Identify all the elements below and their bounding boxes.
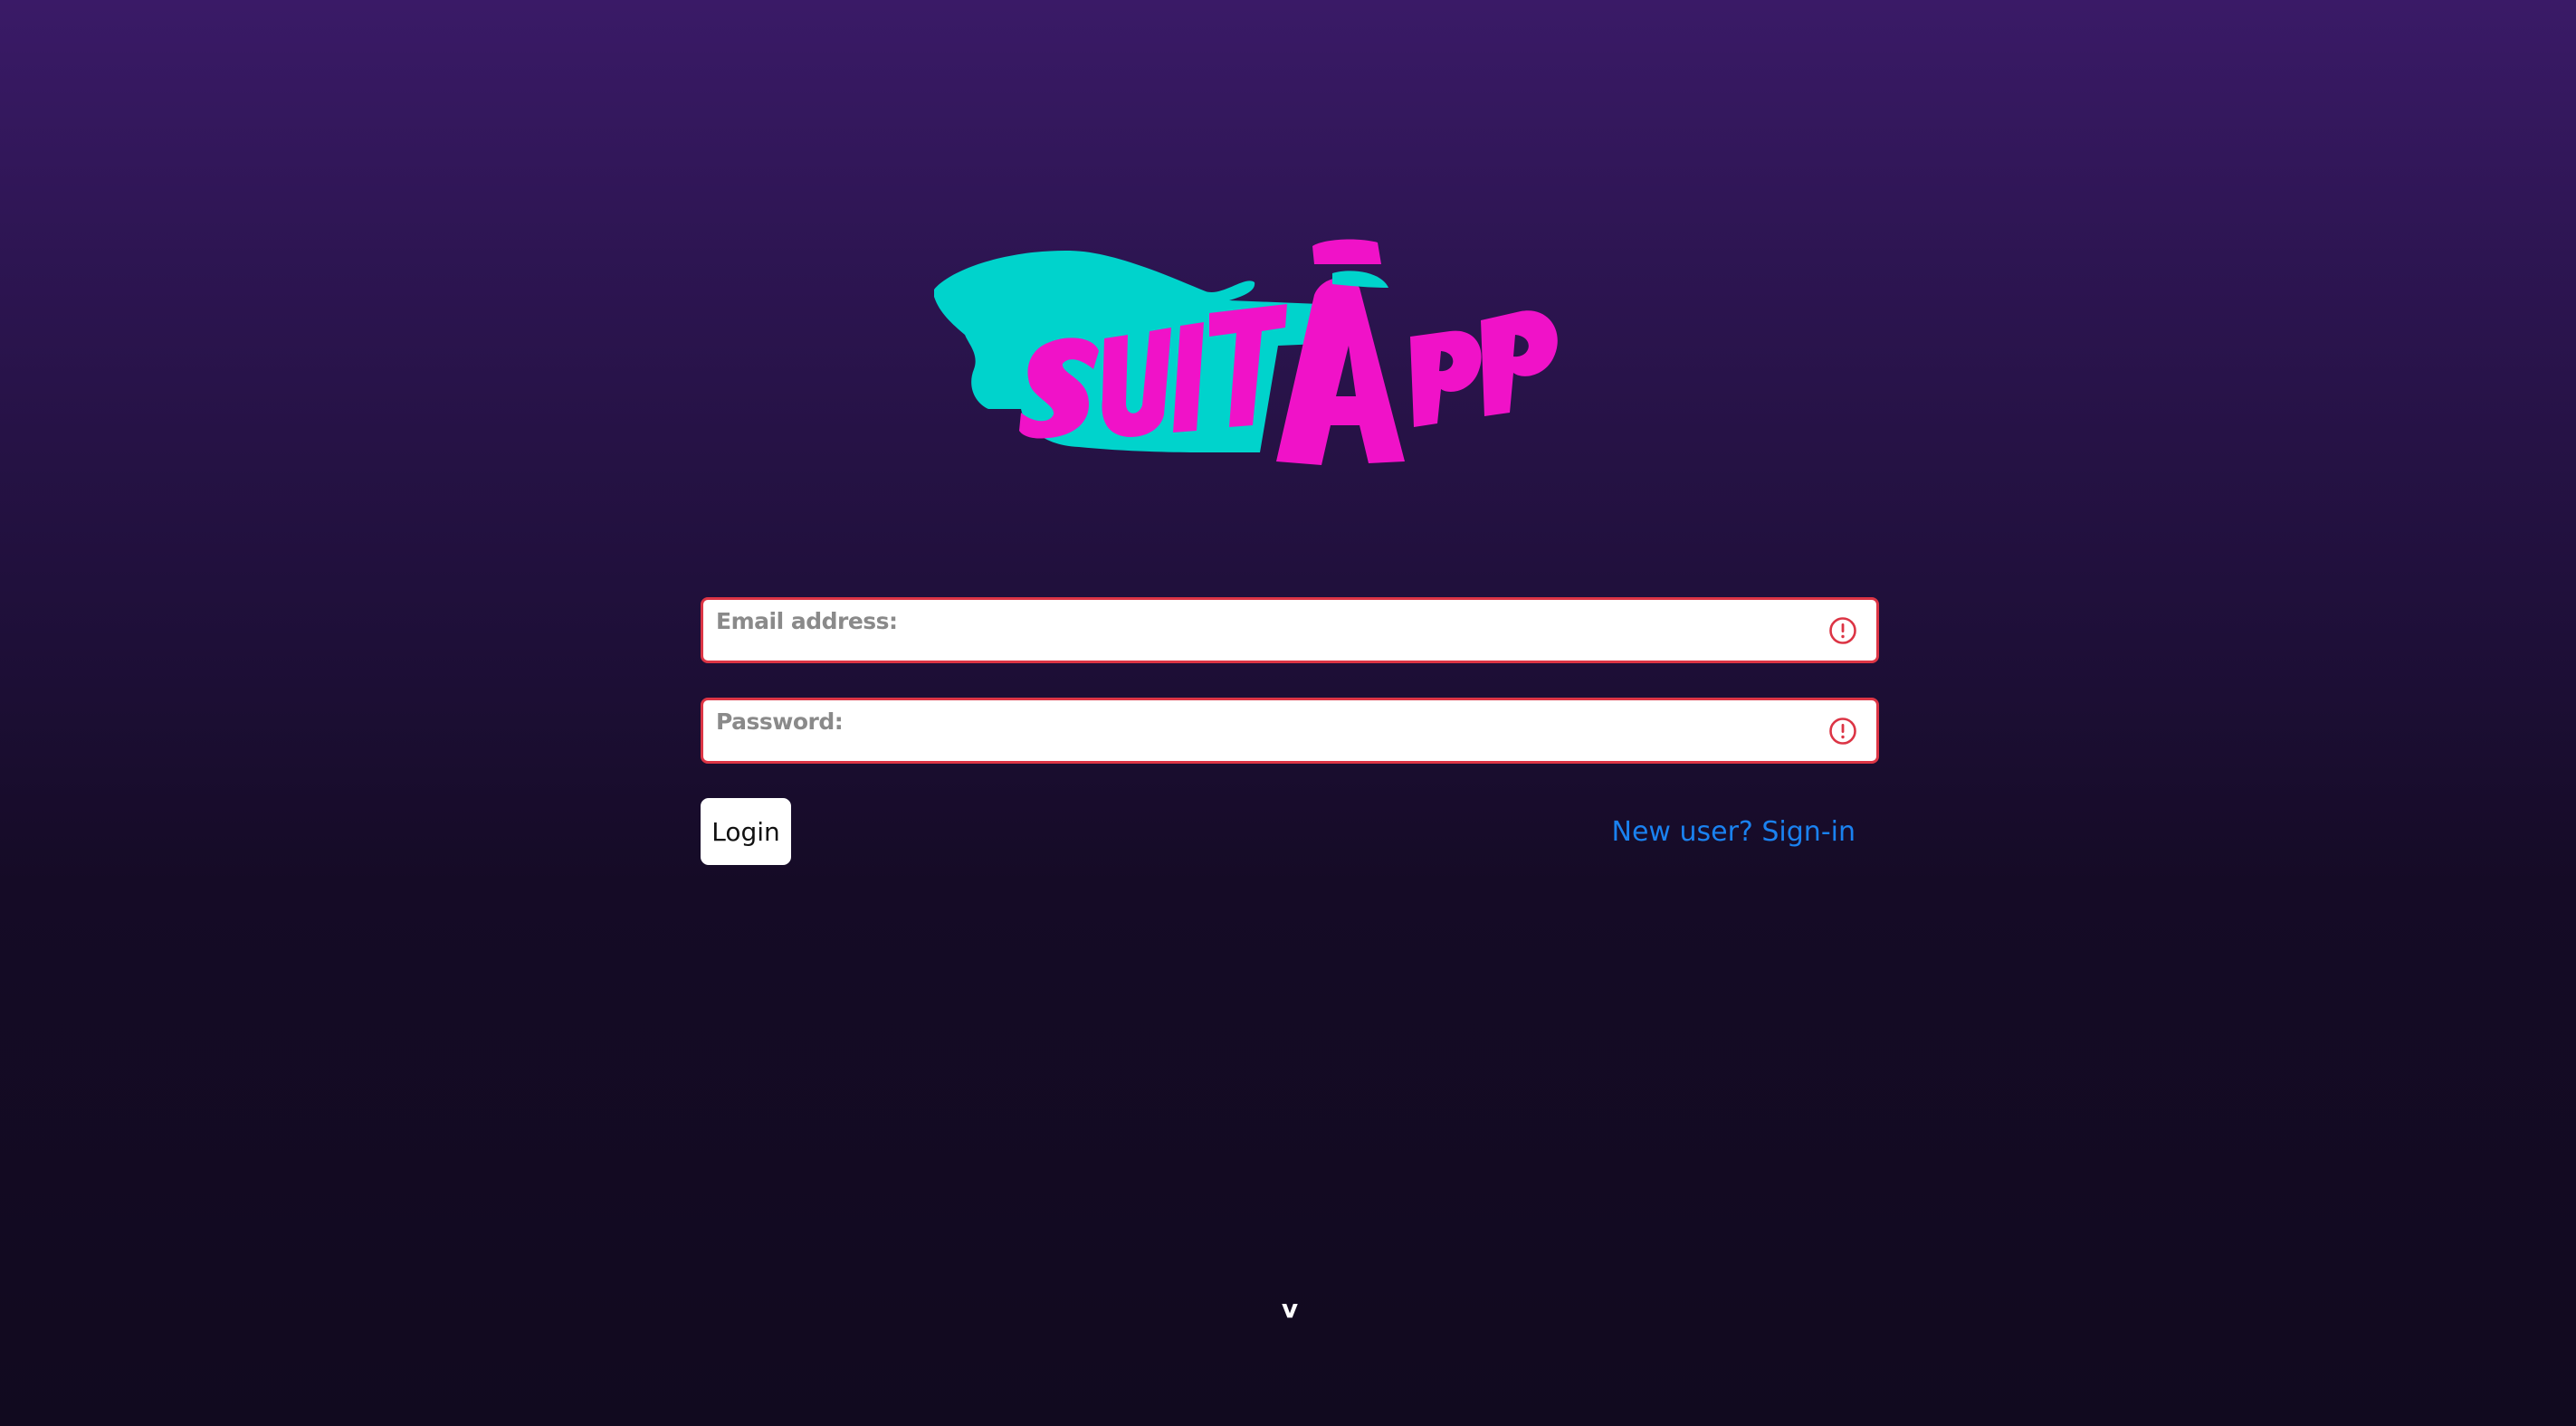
login-button[interactable]: Login [701,798,791,865]
email-input[interactable] [703,600,1876,661]
suitapp-logo [934,237,1564,480]
email-field[interactable]: Email address: [701,597,1879,663]
login-form: Email address: Password: Login New user?… [701,597,1879,867]
alert-circle-icon [1827,716,1858,746]
password-field[interactable]: Password: [701,698,1879,764]
signup-link[interactable]: New user? Sign-in [1612,816,1856,848]
password-input[interactable] [703,700,1876,761]
alert-circle-icon [1827,615,1858,646]
version-label: v [1281,1294,1299,1324]
form-actions: Login New user? Sign-in [701,798,1879,867]
